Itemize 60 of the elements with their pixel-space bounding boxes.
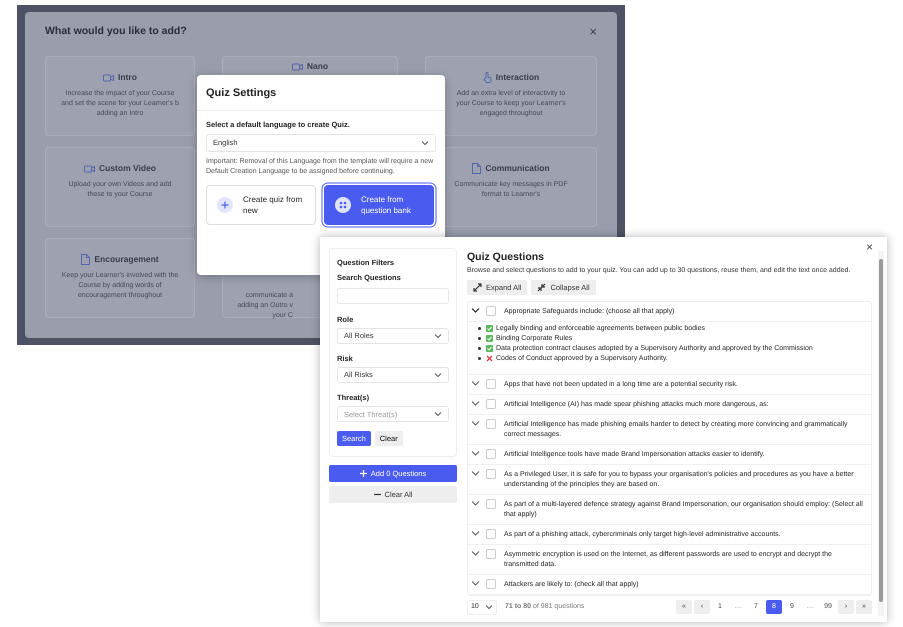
expand-icon — [473, 282, 482, 292]
chevron-icon[interactable] — [471, 400, 480, 407]
checkbox[interactable] — [486, 548, 496, 559]
caret-icon — [434, 332, 442, 339]
checkbox[interactable] — [486, 378, 496, 389]
hand-pointer-icon — [482, 72, 492, 83]
checkbox[interactable] — [486, 498, 496, 509]
plus-icon — [360, 470, 367, 478]
caret-icon — [434, 411, 442, 418]
checkbox[interactable] — [486, 528, 496, 539]
caret-icon — [434, 372, 442, 378]
checkbox[interactable] — [486, 448, 496, 459]
close-button[interactable]: × — [866, 241, 873, 253]
checkbox[interactable] — [486, 468, 496, 479]
bullet-dot — [478, 347, 481, 350]
chevron-icon[interactable] — [471, 306, 480, 314]
section-title: Quiz Questions — [467, 250, 546, 265]
chevron-icon[interactable] — [471, 450, 480, 457]
chevron-icon[interactable] — [471, 530, 480, 537]
cross-icon — [486, 355, 493, 362]
bullet-dot — [478, 357, 481, 360]
caret-icon — [485, 604, 493, 610]
check-icon — [486, 345, 493, 352]
check-icon — [486, 325, 493, 332]
dialog-title: What would you like to add? — [45, 24, 187, 39]
chevron-icon[interactable] — [471, 470, 480, 477]
collapse-icon — [537, 282, 546, 292]
document-icon — [472, 162, 482, 174]
checkbox[interactable] — [486, 418, 496, 429]
checkbox[interactable] — [486, 578, 496, 589]
video-camera-icon — [292, 62, 303, 71]
card-title: Communication — [485, 162, 550, 174]
card-title: Encouragement — [94, 252, 159, 266]
create-option-button[interactable]: Create from question bank — [324, 184, 434, 225]
video-camera-icon — [84, 164, 95, 173]
bullet-dot — [478, 327, 481, 330]
caret-icon — [421, 140, 429, 146]
chevron-icon[interactable] — [471, 580, 480, 587]
bullet-dot — [478, 337, 481, 340]
chevron-icon[interactable] — [471, 420, 480, 427]
card-title: Nano — [306, 60, 328, 72]
chevron-icon[interactable] — [471, 500, 480, 507]
checkbox[interactable] — [486, 398, 496, 409]
search-field[interactable] — [337, 288, 449, 304]
document-icon — [81, 254, 90, 265]
check-icon — [486, 335, 493, 342]
dialog-title: Quiz Settings — [197, 75, 445, 110]
chevron-icon[interactable] — [471, 380, 480, 387]
video-camera-icon — [103, 72, 114, 82]
card-title: Custom Video — [99, 162, 156, 174]
card-title: Intro — [118, 70, 137, 84]
question-bank-icon — [335, 196, 351, 213]
card-title: Interaction — [496, 70, 540, 84]
close-button[interactable]: × — [589, 25, 597, 38]
chevron-icon[interactable] — [471, 550, 480, 557]
create-option-button[interactable]: Create quiz from new — [206, 184, 316, 225]
plus-icon — [217, 196, 233, 213]
checkbox[interactable] — [486, 306, 496, 316]
scrollbar-thumb[interactable] — [879, 259, 883, 602]
scrollbar[interactable] — [878, 251, 884, 616]
